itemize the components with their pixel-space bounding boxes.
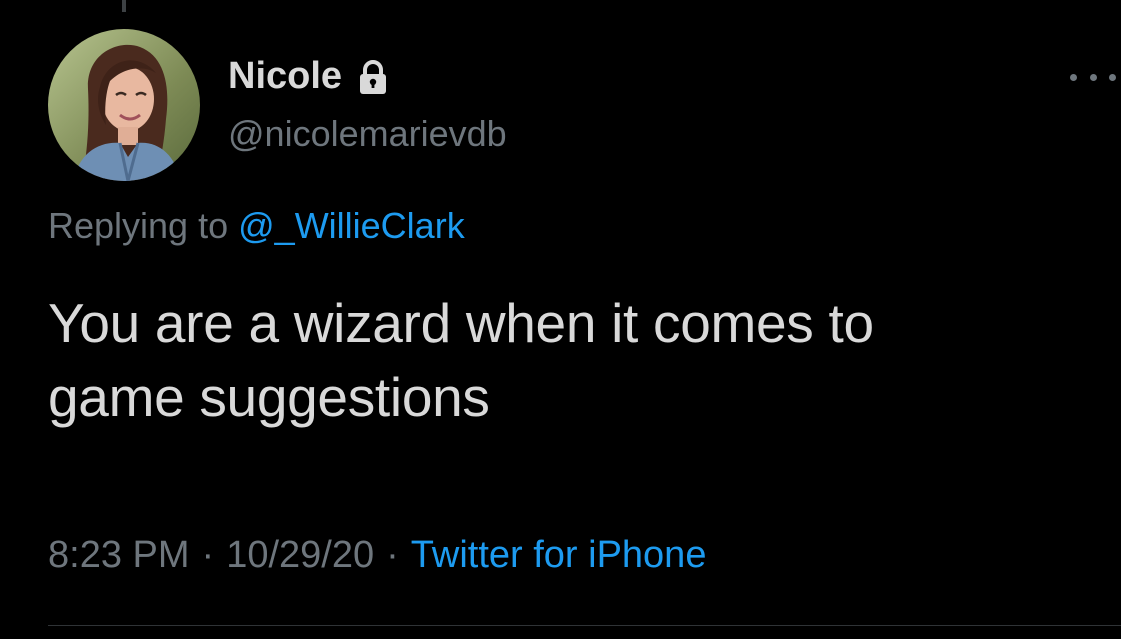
meta-separator: ·	[201, 534, 215, 576]
avatar[interactable]	[48, 29, 200, 181]
replying-to-line: Replying to @_WillieClark	[48, 205, 465, 247]
display-name-text: Nicole	[228, 55, 343, 97]
thread-connector-line	[122, 0, 126, 12]
reply-mention-link[interactable]: @_WillieClark	[238, 205, 465, 246]
avatar-image	[48, 29, 200, 181]
tweet-source-link[interactable]: Twitter for iPhone	[411, 534, 707, 576]
tweet-date[interactable]: 10/29/20	[226, 534, 374, 576]
more-dot	[1070, 73, 1077, 81]
tweet-text: You are a wizard when it comes to game s…	[48, 286, 1088, 434]
divider	[48, 625, 1121, 626]
tweet-text-line-1: You are a wizard when it comes to	[48, 292, 874, 354]
more-dot	[1109, 73, 1116, 81]
replying-to-label: Replying to	[48, 205, 229, 246]
more-dot	[1089, 73, 1097, 81]
tweet-meta: 8:23 PM · 10/29/20 · Twitter for iPhone	[48, 534, 706, 577]
display-name[interactable]: Nicole	[228, 55, 392, 98]
lock-icon	[354, 58, 392, 96]
meta-separator: ·	[386, 534, 399, 576]
tweet-time[interactable]: 8:23 PM	[48, 534, 190, 576]
user-handle[interactable]: @nicolemarievdb	[228, 113, 507, 155]
more-horizontal-icon[interactable]	[1070, 62, 1116, 92]
tweet-text-line-2: game suggestions	[48, 366, 490, 428]
